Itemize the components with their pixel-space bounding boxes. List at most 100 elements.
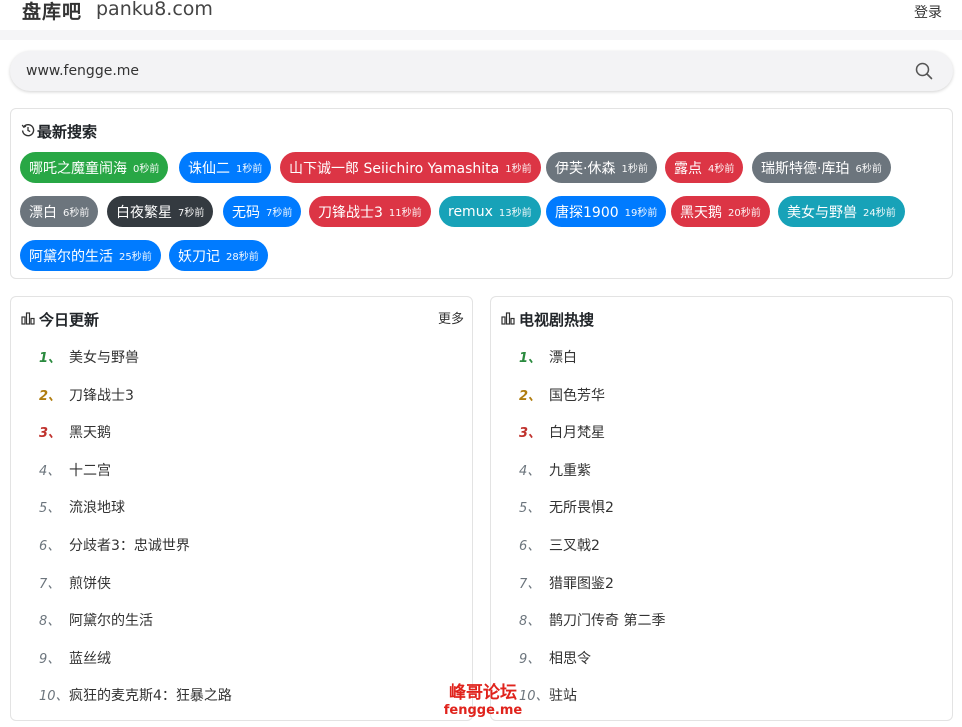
item-title[interactable]: 驻站: [549, 685, 577, 705]
rank-number: 6、: [39, 539, 61, 554]
list-item[interactable]: 6、 三叉戟2: [491, 535, 952, 555]
item-title[interactable]: 相思令: [549, 648, 591, 668]
list-item[interactable]: 9、 蓝丝绒: [11, 648, 472, 668]
list-item[interactable]: 1、 美女与野兽: [11, 347, 472, 367]
item-title[interactable]: 阿黛尔的生活: [69, 610, 153, 630]
search-tag-time: 6秒前: [855, 164, 882, 175]
list-item[interactable]: 10、 疯狂的麦克斯4：狂暴之路: [11, 685, 472, 705]
list-item[interactable]: 3、 黑天鹅: [11, 422, 472, 442]
search-tag-label: 哪吒之魔童闹海: [29, 160, 127, 177]
search-tag-label: 漂白: [29, 204, 57, 221]
search-tag[interactable]: 山下诚一郎 Seiichiro Yamashita 1秒前: [280, 152, 541, 183]
rank-number: 7、: [39, 576, 61, 592]
more-link[interactable]: 更多: [438, 308, 464, 327]
search-tag[interactable]: 瑞斯特德·库珀 6秒前: [752, 152, 891, 183]
list-item[interactable]: 10、 驻站: [491, 685, 952, 705]
search-tag-label: 瑞斯特德·库珀: [761, 160, 850, 177]
rank-number: 1、: [519, 351, 542, 366]
search-tag-time: 20秒前: [728, 208, 761, 219]
item-title[interactable]: 分歧者3：忠诚世界: [69, 535, 190, 555]
list-item[interactable]: 8、 鹊刀门传奇 第二季: [491, 610, 952, 630]
item-title[interactable]: 煎饼侠: [69, 573, 111, 593]
item-title[interactable]: 黑天鹅: [69, 422, 111, 442]
today-update-card: 今日更新 更多 1、 美女与野兽 2、 刀锋战士3 3、 黑天鹅 4、 十二宫 5、 流浪地球 6、…: [10, 296, 473, 721]
rank-number: 10、: [39, 689, 69, 705]
watermark: 峰哥论坛 fengge.me: [438, 683, 528, 719]
search-tag[interactable]: 露点 4秒前: [665, 152, 744, 183]
search-tag[interactable]: 无码 7秒前: [223, 196, 302, 227]
search-tag[interactable]: 黑天鹅 20秒前: [671, 196, 770, 227]
list-item[interactable]: 2、 国色芳华: [491, 385, 952, 405]
list-item[interactable]: 8、 阿黛尔的生活: [11, 610, 472, 630]
item-title[interactable]: 国色芳华: [549, 385, 605, 405]
rank-number: 4、: [519, 463, 541, 479]
list-item[interactable]: 2、 刀锋战士3: [11, 385, 472, 405]
search-tag-time: 7秒前: [266, 208, 293, 219]
today-update-title: 今日更新: [39, 311, 100, 329]
recent-search-title: 最新搜索: [37, 123, 98, 141]
recent-search-card: 最新搜索 哪吒之魔童闹海 0秒前 诛仙二 1秒前 山下诚一郎 Seiichiro Yam…: [10, 108, 953, 279]
login-link[interactable]: 登录: [914, 2, 942, 22]
search-tag[interactable]: 阿黛尔的生活 25秒前: [20, 240, 161, 271]
search-tag-label: 山下诚一郎 Seiichiro Yamashita: [289, 160, 500, 177]
search-input[interactable]: [26, 51, 886, 91]
list-item[interactable]: 3、 白月梵星: [491, 422, 952, 442]
search-tag[interactable]: 妖刀记 28秒前: [169, 240, 268, 271]
search-tag-label: remux: [448, 203, 493, 220]
rank-number: 2、: [519, 388, 542, 404]
site-domain[interactable]: panku8.com: [96, 0, 213, 20]
item-title[interactable]: 白月梵星: [549, 422, 605, 442]
list-item[interactable]: 6、 分歧者3：忠诚世界: [11, 535, 472, 555]
search-icon[interactable]: [915, 62, 933, 80]
search-tag[interactable]: 美女与野兽 24秒前: [778, 196, 905, 227]
list-item[interactable]: 4、 十二宫: [11, 460, 472, 480]
list-item[interactable]: 9、 相思令: [491, 648, 952, 668]
search-tag[interactable]: 刀锋战士3 11秒前: [309, 196, 431, 227]
search-tag-time: 28秒前: [226, 252, 259, 263]
search-tag[interactable]: 白夜繁星 7秒前: [107, 196, 214, 227]
list-item[interactable]: 4、 九重紫: [491, 460, 952, 480]
search-tag-time: 13秒前: [498, 208, 532, 219]
item-title[interactable]: 无所畏惧2: [549, 497, 614, 517]
rank-number: 1、: [39, 351, 62, 366]
item-title[interactable]: 三叉戟2: [549, 535, 600, 555]
item-title[interactable]: 流浪地球: [69, 497, 125, 517]
item-title[interactable]: 十二宫: [69, 460, 111, 480]
rank-number: 5、: [519, 501, 541, 517]
list-item[interactable]: 1、 漂白: [491, 347, 952, 367]
item-title[interactable]: 疯狂的麦克斯4：狂暴之路: [69, 685, 232, 705]
rank-number: 9、: [39, 651, 61, 667]
search-tag[interactable]: 唐探1900 19秒前: [546, 196, 667, 227]
search-tag-label: 美女与野兽: [787, 204, 857, 221]
search-tag-label: 唐探1900: [555, 204, 619, 221]
item-title[interactable]: 漂白: [549, 347, 577, 367]
item-title[interactable]: 美女与野兽: [69, 347, 139, 367]
search-tag-time: 0秒前: [133, 164, 160, 175]
item-title[interactable]: 九重紫: [549, 460, 591, 480]
list-item[interactable]: 5、 流浪地球: [11, 497, 472, 517]
search-tag[interactable]: 漂白 6秒前: [20, 196, 99, 227]
list-item[interactable]: 7、 煎饼侠: [11, 573, 472, 593]
search-tag[interactable]: 诛仙二 1秒前: [179, 152, 272, 183]
search-tag-label: 白夜繁星: [116, 204, 172, 221]
item-title[interactable]: 鹊刀门传奇 第二季: [549, 610, 665, 630]
search-tag-label: 刀锋战士3: [318, 204, 383, 221]
search-tag-time: 24秒前: [863, 208, 896, 219]
item-title[interactable]: 刀锋战士3: [69, 385, 134, 405]
item-title[interactable]: 猎罪图鉴2: [549, 573, 614, 593]
search-tag[interactable]: remux 13秒前: [439, 196, 541, 227]
search-tag[interactable]: 伊芙·休森 1秒前: [546, 152, 657, 183]
list-item[interactable]: 5、 无所畏惧2: [491, 497, 952, 517]
list-item[interactable]: 7、 猎罪图鉴2: [491, 573, 952, 593]
search-tag[interactable]: 哪吒之魔童闹海 0秒前: [20, 152, 169, 183]
search-tag-label: 露点: [674, 160, 702, 177]
search-tag-time: 6秒前: [63, 208, 90, 219]
search-tag-time: 7秒前: [178, 208, 205, 219]
search-tag-time: 25秒前: [119, 252, 152, 263]
rank-number: 6、: [519, 539, 541, 554]
tv-hot-card: 电视剧热搜 1、 漂白 2、 国色芳华 3、 白月梵星 4、 九重紫 5、 无所畏惧2 6、 三叉戟2…: [490, 296, 953, 721]
watermark-line1: 峰哥论坛: [449, 683, 517, 703]
site-brand[interactable]: 盘库吧: [22, 0, 82, 24]
rank-number: 9、: [519, 651, 541, 667]
item-title[interactable]: 蓝丝绒: [69, 648, 111, 668]
